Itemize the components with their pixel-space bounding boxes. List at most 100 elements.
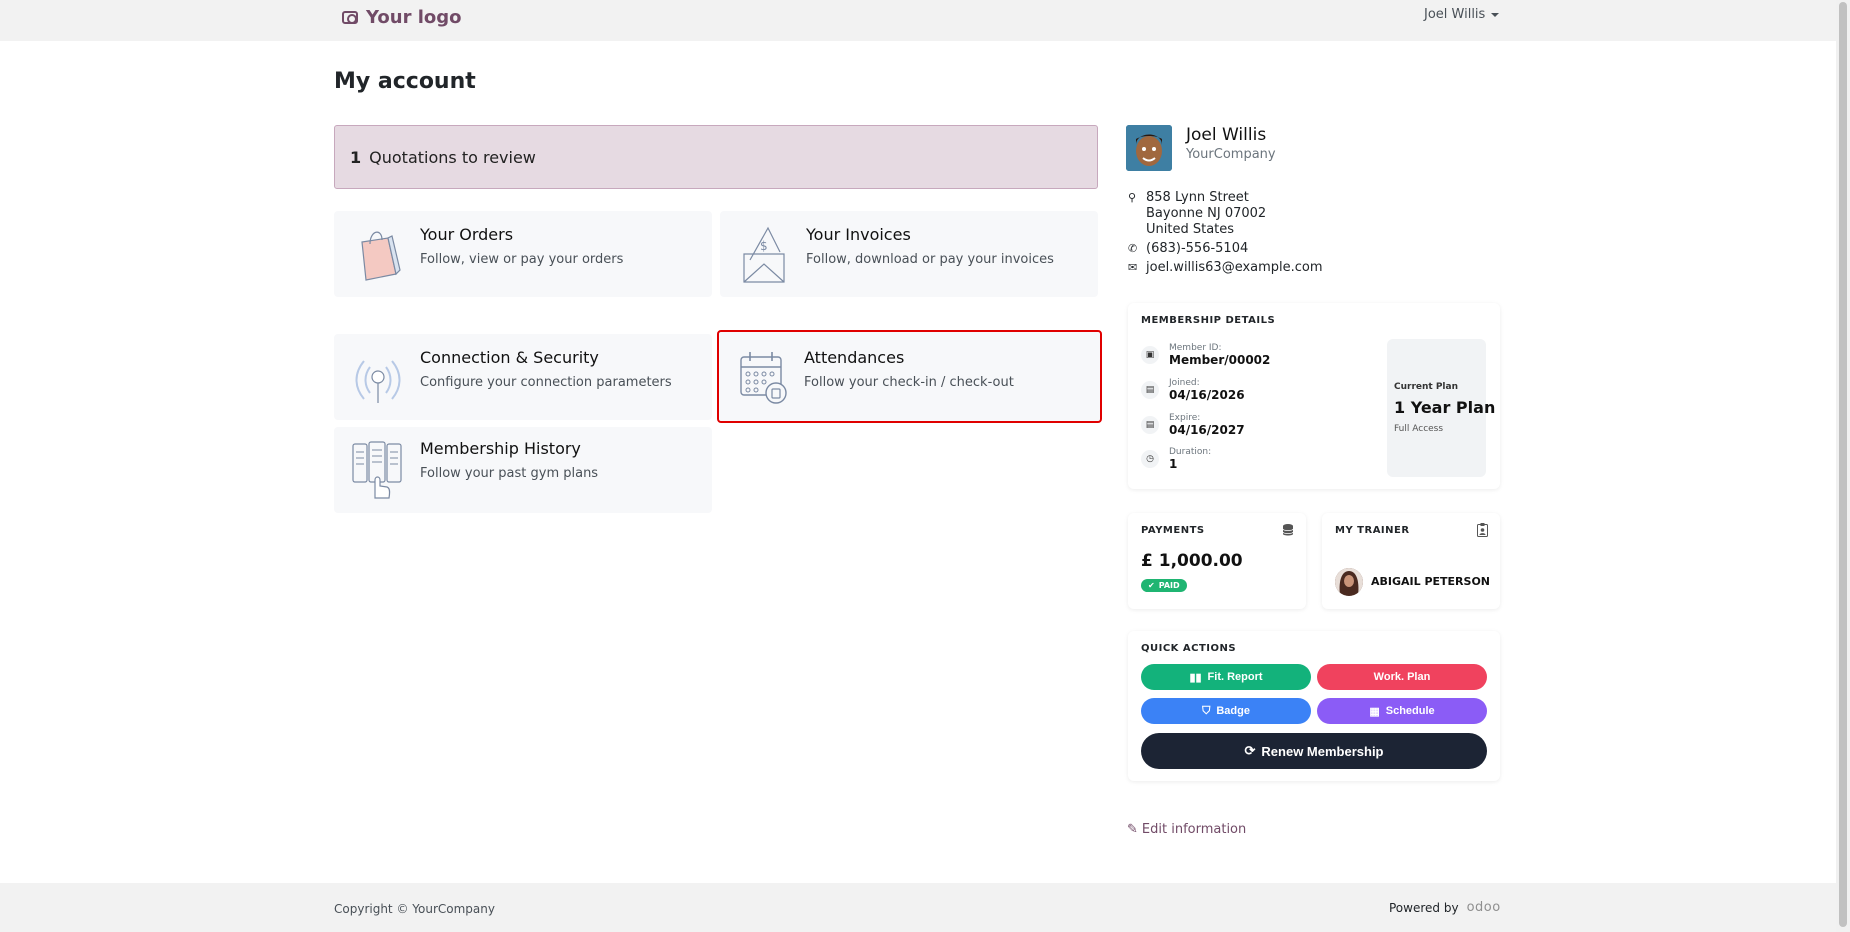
badge-button[interactable]: ⛉ Badge bbox=[1141, 698, 1311, 724]
duration-item: ◷ Duration: 1 bbox=[1141, 447, 1211, 471]
user-menu[interactable]: Joel Willis bbox=[1424, 7, 1500, 22]
trainer-name: ABIGAIL PETERSON bbox=[1371, 575, 1491, 588]
current-plan-box: Current Plan 1 Year Plan Full Access bbox=[1387, 339, 1495, 477]
quotations-count: 1 bbox=[350, 147, 362, 167]
current-plan-name: 1 Year Plan bbox=[1394, 398, 1496, 417]
envelope-icon: ✉ bbox=[1128, 261, 1138, 274]
card-title: Your Invoices bbox=[806, 225, 911, 244]
renew-membership-label: Renew Membership bbox=[1261, 743, 1384, 759]
expire-label: Expire: bbox=[1169, 413, 1201, 423]
quotations-label: Quotations to review bbox=[369, 147, 536, 167]
joined-label: Joined: bbox=[1169, 378, 1200, 388]
profile-company: YourCompany bbox=[1186, 147, 1276, 162]
duration-value: 1 bbox=[1169, 457, 1178, 471]
card-attendances[interactable]: Attendances Follow your check-in / check… bbox=[717, 330, 1102, 423]
membership-details-panel: MEMBERSHIP DETAILS ▣ Member ID: Member/0… bbox=[1128, 303, 1500, 489]
footer: Copyright © YourCompany Powered by odoo bbox=[0, 883, 1836, 932]
quick-actions-heading: QUICK ACTIONS bbox=[1141, 643, 1237, 654]
database-icon bbox=[1282, 524, 1294, 536]
trainer-heading: MY TRAINER bbox=[1335, 525, 1410, 536]
logo-text: Your logo bbox=[366, 6, 462, 28]
membership-details-heading: MEMBERSHIP DETAILS bbox=[1141, 315, 1276, 326]
powered-by-label: Powered by bbox=[1389, 900, 1459, 915]
card-subtitle: Follow, download or pay your invoices bbox=[806, 252, 1054, 267]
phone-icon: ✆ bbox=[1128, 242, 1138, 255]
card-title: Connection & Security bbox=[420, 348, 599, 367]
user-name: Joel Willis bbox=[1424, 7, 1486, 22]
renew-membership-button[interactable]: ⟳ Renew Membership bbox=[1141, 733, 1487, 769]
address-line3: United States bbox=[1146, 222, 1235, 237]
trainer-avatar bbox=[1335, 568, 1363, 596]
document-hand-icon bbox=[352, 441, 402, 499]
card-title: Your Orders bbox=[420, 225, 514, 244]
quotations-alert[interactable]: 1 Quotations to review bbox=[334, 125, 1098, 189]
card-subtitle: Configure your connection parameters bbox=[420, 375, 672, 390]
calendar-small-icon: ▤ bbox=[1141, 381, 1159, 399]
pencil-icon: ✎ bbox=[1127, 822, 1138, 837]
card-your-invoices[interactable]: $ Your Invoices Follow, download or pay … bbox=[720, 211, 1098, 297]
payment-amount: £ 1,000.00 bbox=[1141, 551, 1243, 571]
paid-label: PAID bbox=[1158, 581, 1180, 590]
page-title: My account bbox=[334, 69, 476, 94]
edit-information-label: Edit information bbox=[1141, 822, 1247, 837]
duration-label: Duration: bbox=[1169, 447, 1212, 457]
calendar-x-icon: ▤ bbox=[1141, 416, 1159, 434]
address-line1: 858 Lynn Street bbox=[1146, 190, 1249, 205]
payments-heading: PAYMENTS bbox=[1141, 525, 1205, 536]
expire-value: 04/16/2027 bbox=[1169, 423, 1245, 437]
card-your-orders[interactable]: Your Orders Follow, view or pay your ord… bbox=[334, 211, 712, 297]
map-marker-icon: ⚲ bbox=[1128, 191, 1137, 204]
avatar bbox=[1126, 125, 1172, 171]
current-plan-label: Current Plan bbox=[1394, 382, 1458, 392]
work-plan-button[interactable]: Work. Plan bbox=[1317, 664, 1487, 690]
card-title: Attendances bbox=[804, 348, 905, 367]
powered-by: Powered by odoo bbox=[1389, 900, 1501, 915]
schedule-label: Schedule bbox=[1385, 705, 1435, 717]
current-plan-access: Full Access bbox=[1394, 424, 1444, 434]
contact-info: ⚲ 858 Lynn Street Bayonne NJ 07002 Unite… bbox=[1128, 190, 1323, 276]
joined-item: ▤ Joined: 04/16/2026 bbox=[1141, 378, 1245, 402]
card-membership-history[interactable]: Membership History Follow your past gym … bbox=[334, 427, 712, 513]
paid-badge: ✔ PAID bbox=[1141, 579, 1187, 592]
bar-chart-icon: ▮▮ bbox=[1189, 671, 1202, 684]
avatar-image bbox=[1126, 125, 1172, 171]
camera-icon bbox=[342, 10, 358, 24]
edit-information-link[interactable]: ✎ Edit information bbox=[1127, 822, 1246, 837]
email-address: joel.willis63@example.com bbox=[1146, 260, 1323, 275]
work-plan-label: Work. Plan bbox=[1373, 671, 1431, 683]
schedule-button[interactable]: ▦ Schedule bbox=[1317, 698, 1487, 724]
invoice-envelope-icon: $ bbox=[743, 226, 785, 283]
card-subtitle: Follow your check-in / check-out bbox=[804, 375, 1014, 390]
fit-report-button[interactable]: ▮▮ Fit. Report bbox=[1141, 664, 1311, 690]
logo[interactable]: Your logo bbox=[342, 4, 462, 30]
address-line2: Bayonne NJ 07002 bbox=[1146, 206, 1267, 221]
caret-down-icon bbox=[1491, 12, 1500, 17]
scrollbar-thumb[interactable] bbox=[1839, 2, 1847, 927]
odoo-logo[interactable]: odoo bbox=[1467, 900, 1501, 915]
id-card-icon: ▣ bbox=[1141, 346, 1159, 364]
calendar-check-icon: ▦ bbox=[1369, 705, 1380, 718]
fit-report-label: Fit. Report bbox=[1207, 671, 1263, 683]
clock-icon: ◷ bbox=[1141, 450, 1159, 468]
svg-text:$: $ bbox=[760, 239, 768, 253]
antenna-icon bbox=[355, 360, 401, 403]
check-icon: ✔ bbox=[1148, 581, 1155, 590]
badge-label: Badge bbox=[1216, 705, 1250, 717]
member-id-label: Member ID: bbox=[1169, 343, 1222, 353]
quick-actions-panel: QUICK ACTIONS ▮▮ Fit. Report Work. Plan … bbox=[1128, 631, 1500, 781]
trainer-avatar-image bbox=[1335, 568, 1363, 596]
card-subtitle: Follow your past gym plans bbox=[420, 466, 599, 481]
shopping-bag-icon bbox=[361, 231, 401, 281]
id-badge-icon bbox=[1477, 523, 1488, 537]
expire-item: ▤ Expire: 04/16/2027 bbox=[1141, 413, 1245, 437]
card-connection-security[interactable]: Connection & Security Configure your con… bbox=[334, 334, 712, 420]
payments-panel: PAYMENTS £ 1,000.00 ✔ PAID bbox=[1128, 513, 1306, 609]
member-id-value: Member/00002 bbox=[1169, 353, 1271, 367]
refresh-icon: ⟳ bbox=[1244, 743, 1256, 758]
vertical-scrollbar[interactable] bbox=[1836, 0, 1850, 932]
member-id-item: ▣ Member ID: Member/00002 bbox=[1141, 343, 1270, 367]
shield-icon: ⛉ bbox=[1202, 704, 1211, 717]
phone-number: (683)-556-5104 bbox=[1146, 241, 1249, 256]
top-navbar: Your logo Joel Willis bbox=[0, 0, 1836, 41]
profile-name: Joel Willis bbox=[1186, 125, 1267, 145]
